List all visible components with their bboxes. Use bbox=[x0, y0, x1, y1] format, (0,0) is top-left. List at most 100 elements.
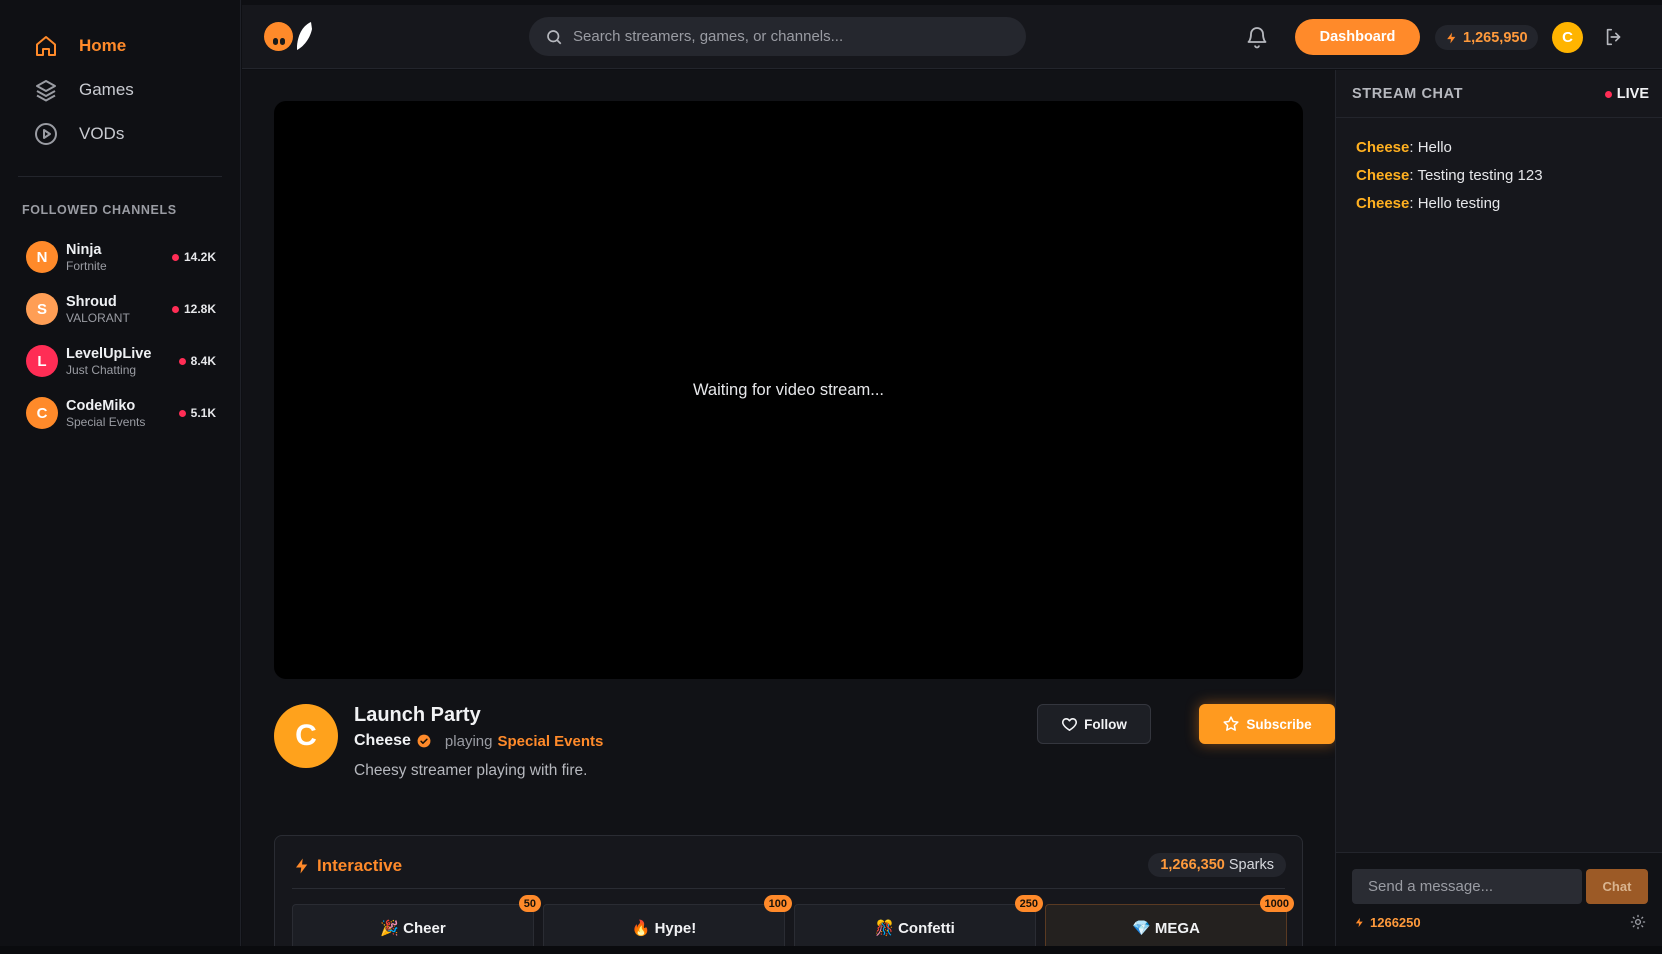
channel-game: VALORANT bbox=[66, 310, 130, 325]
effect-button-cheer[interactable]: 🎉 Cheer 50 bbox=[292, 895, 541, 946]
sidebar-item-label: Home bbox=[79, 36, 127, 55]
verified-badge-icon bbox=[417, 734, 431, 748]
chat-username[interactable]: Cheese bbox=[1356, 167, 1409, 184]
chat-header: STREAM CHAT LIVE bbox=[1336, 70, 1662, 118]
chat-message: Cheese: Hello bbox=[1356, 139, 1452, 156]
app-frame: Home Games VODs FOLLOWED CHANNELS N Ninj… bbox=[0, 0, 1662, 954]
interactive-panel: Interactive 1,266,350 Sparks 🎉 Cheer 50 … bbox=[274, 835, 1303, 946]
channel-game: Just Chatting bbox=[66, 362, 137, 377]
sidebar-divider bbox=[18, 176, 222, 177]
logout-icon[interactable] bbox=[1603, 26, 1625, 53]
chat-title: STREAM CHAT bbox=[1352, 86, 1464, 102]
play-circle-icon bbox=[33, 121, 59, 147]
heart-icon bbox=[1062, 717, 1078, 731]
effect-button-mega[interactable]: 💎 MEGA 1000 bbox=[1045, 895, 1294, 946]
sidebar-item-games[interactable]: Games bbox=[0, 68, 240, 112]
cost-badge: 50 bbox=[518, 895, 541, 912]
effect-button-confetti[interactable]: 🎊 Confetti 250 bbox=[794, 895, 1043, 946]
sidebar: Home Games VODs FOLLOWED CHANNELS N Ninj… bbox=[0, 0, 241, 946]
spark-balance: 1,265,950 bbox=[1435, 25, 1538, 50]
streamer-name[interactable]: Cheese bbox=[354, 732, 411, 750]
user-avatar[interactable]: C bbox=[1552, 22, 1583, 53]
channel-item[interactable]: C CodeMiko Special Events 5.1K bbox=[0, 387, 240, 439]
stream-chat: STREAM CHAT LIVE Cheese: Hello Cheese: T… bbox=[1335, 70, 1662, 946]
chat-username[interactable]: Cheese bbox=[1356, 139, 1409, 156]
lightning-icon bbox=[1447, 32, 1456, 43]
live-dot-icon bbox=[171, 253, 179, 261]
playing-label: playing bbox=[444, 732, 493, 750]
dashboard-button[interactable]: Dashboard bbox=[1295, 19, 1420, 55]
search-icon bbox=[547, 29, 562, 44]
live-dot-icon bbox=[178, 357, 186, 365]
search-input[interactable] bbox=[573, 28, 993, 45]
subscribe-button[interactable]: Subscribe bbox=[1199, 704, 1335, 744]
game-link[interactable]: Special Events bbox=[497, 733, 603, 750]
logo-mascot-icon bbox=[264, 21, 293, 51]
sidebar-item-vods[interactable]: VODs bbox=[0, 112, 240, 156]
chat-messages: Cheese: Hello Cheese: Testing testing 12… bbox=[1356, 134, 1543, 218]
logo-flame-icon bbox=[297, 22, 312, 50]
channel-name: CodeMiko bbox=[66, 397, 136, 414]
avatar: N bbox=[26, 241, 58, 273]
channel-item[interactable]: S Shroud VALORANT 12.8K bbox=[0, 283, 240, 335]
notifications-bell-icon[interactable] bbox=[1245, 25, 1269, 54]
chat-message-input[interactable] bbox=[1352, 869, 1582, 904]
lightning-icon bbox=[1355, 917, 1363, 928]
effects-row: 🎉 Cheer 50 🔥 Hype! 100 🎊 Confetti 250 💎 … bbox=[292, 895, 1294, 946]
chat-spark-balance: 1266250 bbox=[1354, 915, 1421, 930]
followed-channels-heading: FOLLOWED CHANNELS bbox=[22, 203, 177, 217]
avatar: C bbox=[26, 397, 58, 429]
viewer-count: 8.4K bbox=[178, 354, 216, 368]
logo[interactable] bbox=[264, 21, 314, 51]
avatar: L bbox=[26, 345, 58, 377]
channel-name: Shroud bbox=[66, 293, 117, 310]
avatar[interactable]: C bbox=[274, 704, 338, 768]
live-dot-icon bbox=[171, 305, 179, 313]
followed-channels-list: N Ninja Fortnite 14.2K S Shroud VALORANT… bbox=[0, 231, 240, 439]
stream-info: C Launch Party Cheese playing Special Ev… bbox=[274, 704, 1335, 814]
bottom-strip bbox=[0, 946, 1662, 954]
home-icon bbox=[33, 33, 59, 59]
main-content: Waiting for video stream... C Launch Par… bbox=[242, 70, 1335, 946]
stream-title: Launch Party bbox=[354, 704, 481, 726]
cost-badge: 1000 bbox=[1259, 895, 1294, 912]
chat-username[interactable]: Cheese bbox=[1356, 195, 1409, 212]
divider bbox=[292, 888, 1285, 889]
video-player[interactable]: Waiting for video stream... bbox=[274, 101, 1303, 679]
channel-game: Special Events bbox=[66, 414, 146, 429]
channel-name: Ninja bbox=[66, 241, 102, 258]
sidebar-item-label: Games bbox=[79, 80, 134, 99]
streamer-line: Cheese playing Special Events bbox=[354, 732, 603, 750]
lightning-icon bbox=[296, 858, 308, 874]
live-dot-icon bbox=[178, 409, 186, 417]
sidebar-item-label: VODs bbox=[79, 124, 125, 143]
sidebar-item-home[interactable]: Home bbox=[0, 24, 240, 68]
viewer-count: 14.2K bbox=[171, 250, 216, 264]
follow-button[interactable]: Follow bbox=[1037, 704, 1151, 744]
sidebar-nav: Home Games VODs bbox=[0, 0, 240, 156]
chat-send-button[interactable]: Chat bbox=[1586, 869, 1648, 904]
search-bar[interactable] bbox=[529, 17, 1026, 56]
star-icon bbox=[1223, 716, 1239, 731]
live-dot-icon bbox=[1604, 90, 1612, 98]
chat-message: Cheese: Testing testing 123 bbox=[1356, 167, 1543, 184]
layers-icon bbox=[33, 77, 59, 103]
viewer-count: 12.8K bbox=[171, 302, 216, 316]
channel-name: LevelUpLive bbox=[66, 345, 152, 362]
gear-icon[interactable] bbox=[1629, 913, 1647, 936]
live-indicator: LIVE bbox=[1604, 86, 1649, 102]
channel-item[interactable]: N Ninja Fortnite 14.2K bbox=[0, 231, 240, 283]
chat-message: Cheese: Hello testing bbox=[1356, 195, 1501, 212]
chat-footer: Chat 1266250 bbox=[1336, 852, 1662, 946]
channel-game: Fortnite bbox=[66, 258, 107, 273]
channel-item[interactable]: L LevelUpLive Just Chatting 8.4K bbox=[0, 335, 240, 387]
avatar: S bbox=[26, 293, 58, 325]
sparks-balance: 1,266,350 Sparks bbox=[1148, 853, 1286, 877]
cost-badge: 250 bbox=[1014, 895, 1043, 912]
effect-button-hype[interactable]: 🔥 Hype! 100 bbox=[543, 895, 792, 946]
interactive-heading: Interactive bbox=[293, 856, 402, 876]
viewer-count: 5.1K bbox=[178, 406, 216, 420]
cost-badge: 100 bbox=[763, 895, 792, 912]
stream-description: Cheesy streamer playing with fire. bbox=[354, 762, 588, 779]
top-bar: Dashboard 1,265,950 C bbox=[242, 5, 1662, 69]
